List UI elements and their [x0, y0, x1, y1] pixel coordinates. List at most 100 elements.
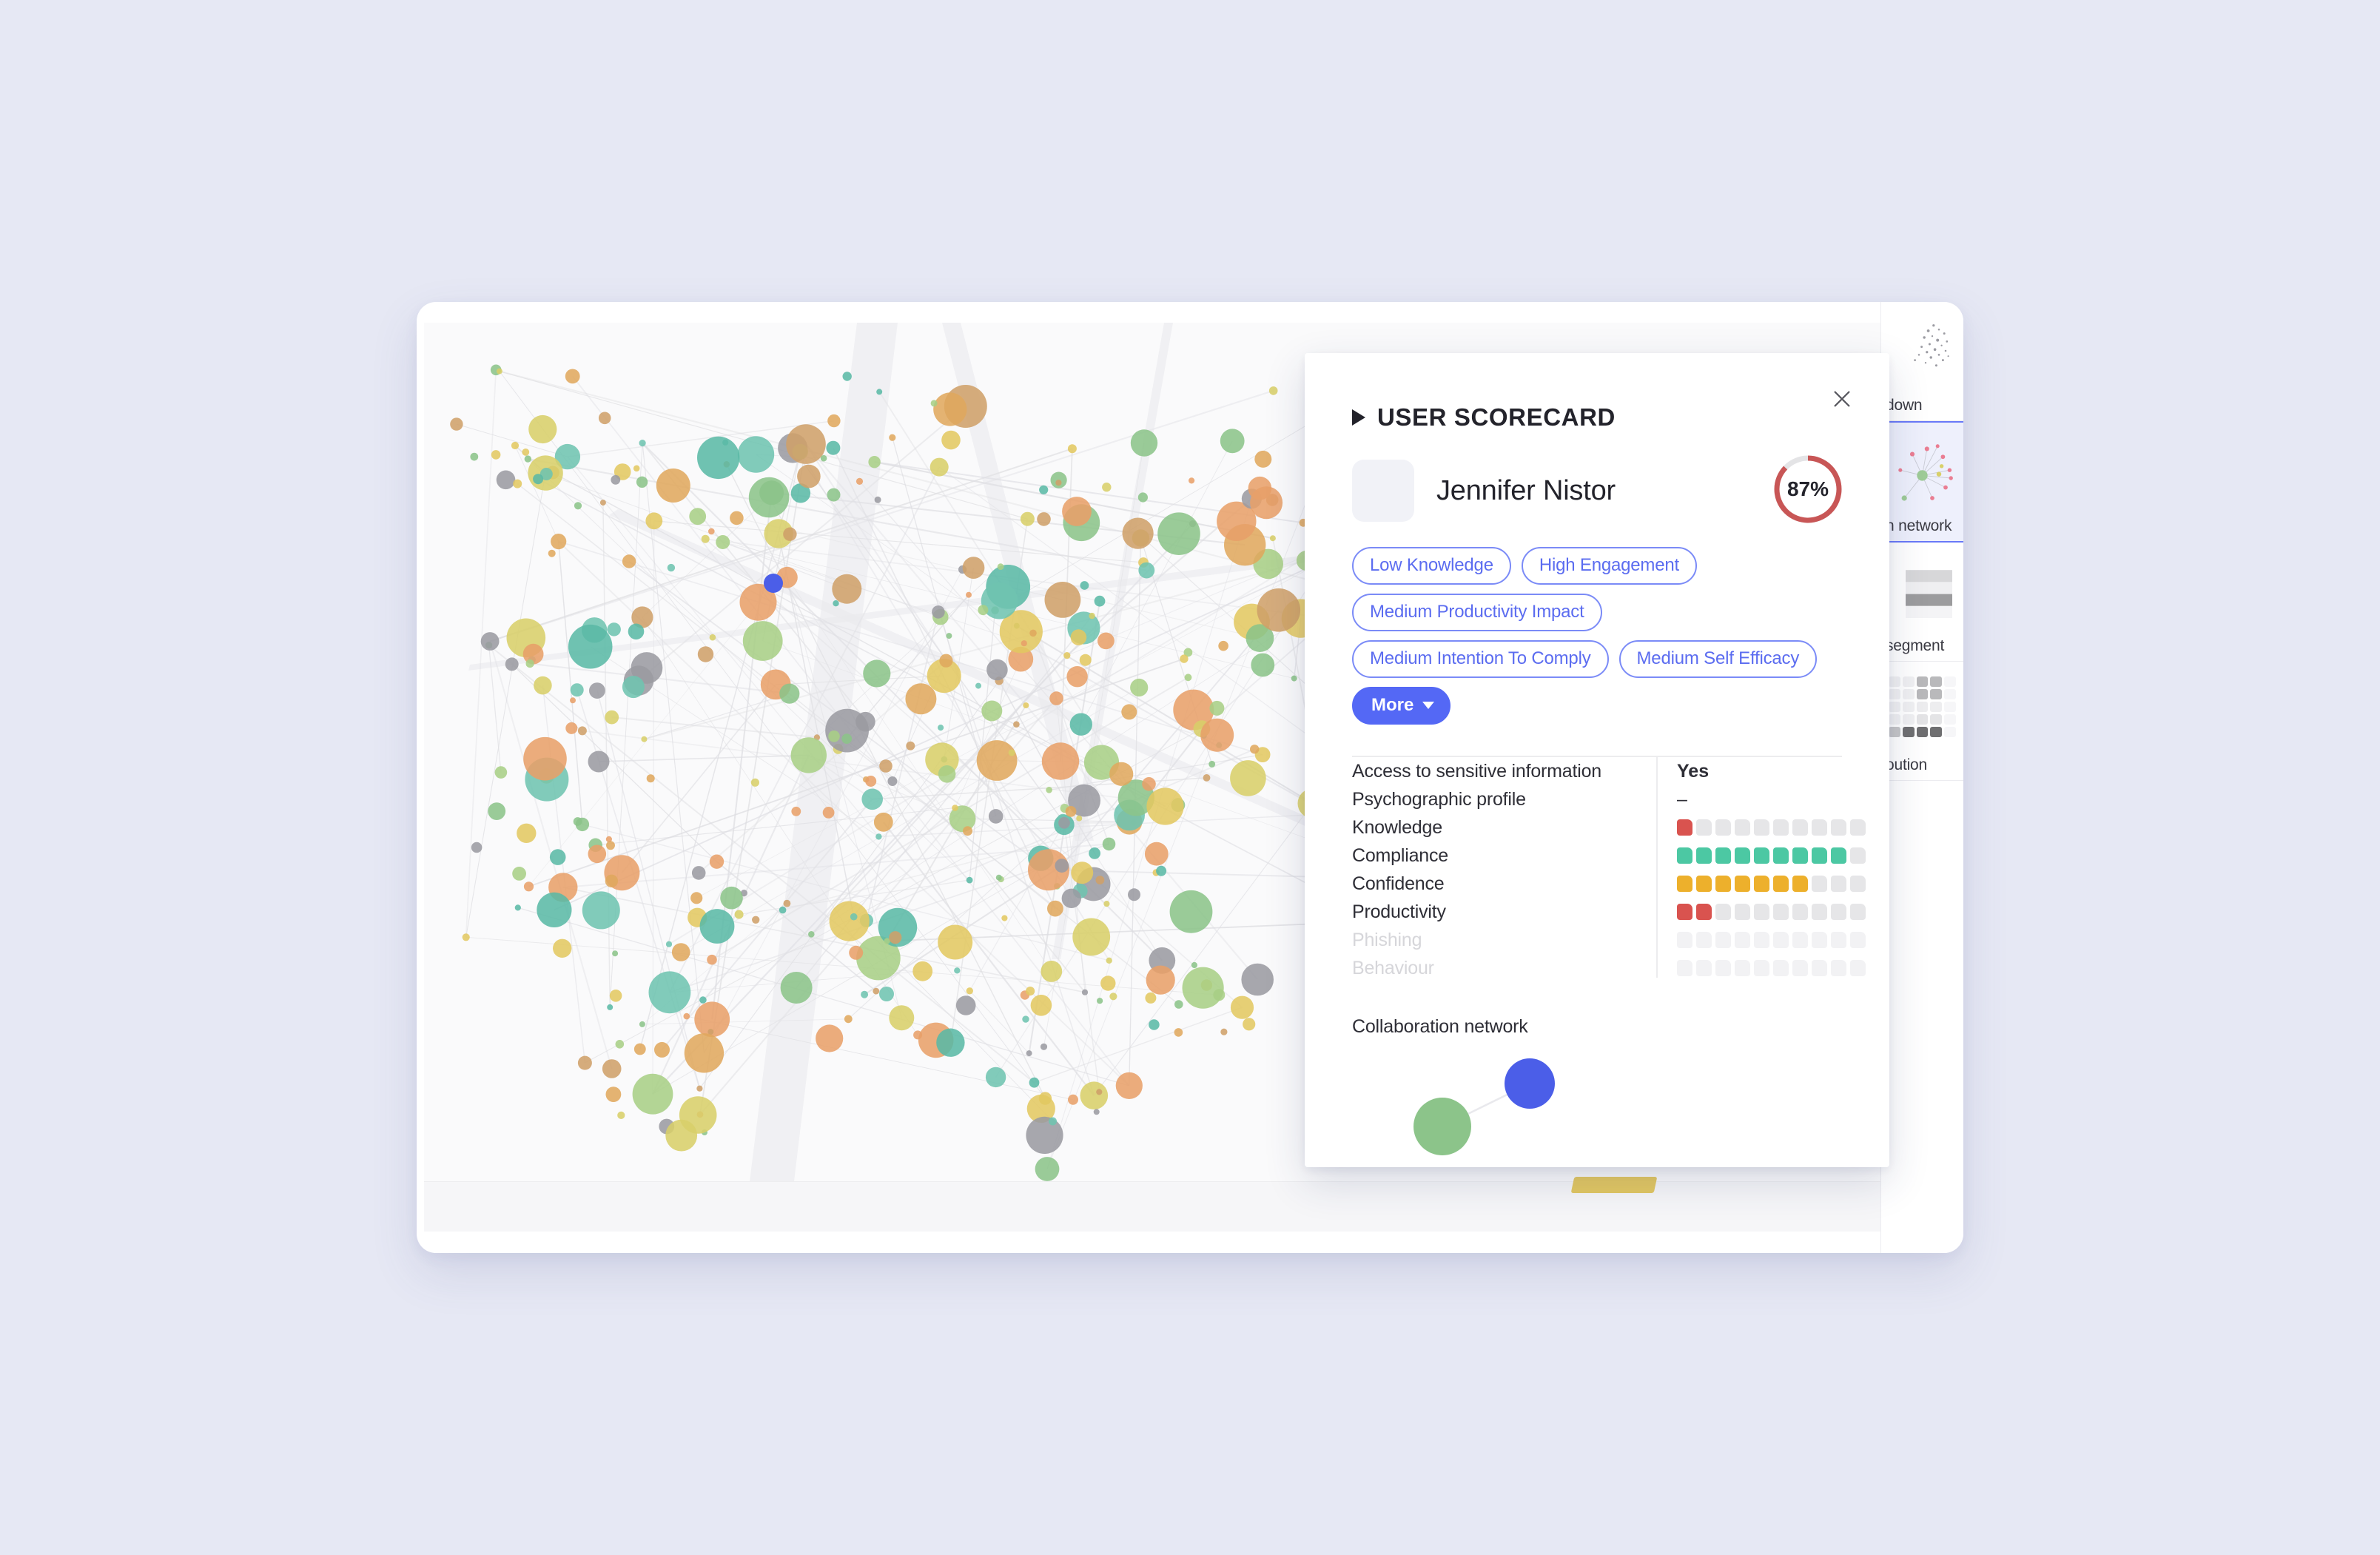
graph-node[interactable]	[565, 722, 578, 734]
graph-node[interactable]	[523, 736, 567, 781]
graph-node[interactable]	[1169, 890, 1213, 933]
graph-node[interactable]	[1220, 429, 1245, 454]
graph-node[interactable]	[1100, 975, 1116, 991]
attribute-tag[interactable]: Low Knowledge	[1352, 547, 1511, 585]
graph-node[interactable]	[905, 683, 937, 715]
graph-node[interactable]	[707, 954, 717, 965]
graph-node[interactable]	[938, 765, 956, 783]
graph-node[interactable]	[975, 682, 981, 689]
graph-node[interactable]	[534, 676, 552, 695]
graph-node[interactable]	[639, 440, 646, 447]
graph-node[interactable]	[828, 731, 840, 742]
graph-node[interactable]	[1080, 581, 1089, 590]
graph-node[interactable]	[875, 833, 882, 840]
graph-node[interactable]	[1130, 678, 1149, 697]
graph-node[interactable]	[588, 844, 607, 864]
graph-node[interactable]	[470, 452, 479, 461]
graph-node[interactable]	[611, 474, 621, 485]
graph-node[interactable]	[549, 849, 566, 865]
graph-node[interactable]	[829, 901, 870, 941]
graph-node[interactable]	[879, 987, 894, 1001]
graph-node[interactable]	[873, 812, 893, 832]
graph-node[interactable]	[548, 549, 556, 557]
graph-node[interactable]	[889, 1005, 915, 1031]
graph-node[interactable]	[1250, 745, 1260, 754]
graph-node[interactable]	[791, 806, 801, 816]
graph-node[interactable]	[1071, 862, 1094, 884]
graph-node[interactable]	[1037, 512, 1051, 526]
graph-node[interactable]	[1184, 674, 1192, 682]
close-icon[interactable]	[1827, 384, 1857, 414]
graph-node[interactable]	[639, 1021, 645, 1027]
graph-node[interactable]	[646, 774, 655, 783]
graph-node[interactable]	[697, 436, 740, 480]
graph-node[interactable]	[887, 776, 898, 786]
graph-node[interactable]	[524, 455, 531, 463]
graph-node[interactable]	[1269, 535, 1276, 542]
graph-node[interactable]	[988, 809, 1004, 824]
graph-node[interactable]	[570, 683, 584, 697]
sidebar-card-breakdown[interactable]: down	[1881, 302, 1963, 421]
graph-node[interactable]	[671, 943, 690, 961]
graph-node[interactable]	[1058, 816, 1070, 829]
graph-node[interactable]	[598, 412, 611, 425]
graph-node[interactable]	[513, 479, 522, 488]
graph-node[interactable]	[691, 866, 706, 880]
graph-node[interactable]	[1049, 691, 1063, 705]
graph-node[interactable]	[1128, 888, 1140, 901]
graph-node[interactable]	[1072, 918, 1111, 956]
graph-node[interactable]	[696, 1085, 703, 1092]
graph-node[interactable]	[1094, 595, 1106, 607]
graph-node[interactable]	[1008, 749, 1015, 756]
graph-node[interactable]	[873, 987, 880, 995]
graph-node[interactable]	[1130, 429, 1158, 457]
graph-node[interactable]	[855, 711, 875, 732]
graph-node[interactable]	[1096, 1089, 1103, 1095]
graph-node[interactable]	[1055, 480, 1062, 486]
graph-node[interactable]	[932, 605, 945, 619]
graph-node[interactable]	[827, 414, 841, 428]
graph-node[interactable]	[1022, 1015, 1029, 1023]
graph-node[interactable]	[933, 392, 967, 426]
graph-node[interactable]	[1079, 654, 1092, 666]
graph-node[interactable]	[699, 996, 707, 1004]
graph-node[interactable]	[628, 623, 645, 640]
graph-node[interactable]	[1102, 483, 1112, 492]
graph-node[interactable]	[997, 563, 1004, 571]
graph-node[interactable]	[589, 682, 605, 699]
graph-node[interactable]	[1029, 629, 1037, 637]
graph-node[interactable]	[1137, 492, 1148, 503]
graph-node[interactable]	[496, 368, 502, 375]
graph-node[interactable]	[607, 622, 621, 637]
graph-node[interactable]	[636, 476, 648, 488]
graph-node[interactable]	[1061, 888, 1081, 908]
graph-node[interactable]	[986, 659, 1008, 681]
graph-node[interactable]	[783, 527, 797, 541]
graph-node[interactable]	[494, 766, 508, 779]
graph-node[interactable]	[1106, 957, 1112, 964]
graph-node[interactable]	[633, 465, 640, 472]
graph-node[interactable]	[759, 480, 784, 506]
graph-node[interactable]	[1102, 837, 1116, 851]
graph-node[interactable]	[865, 776, 877, 787]
graph-node[interactable]	[656, 468, 690, 503]
graph-node[interactable]	[855, 477, 864, 485]
graph-node[interactable]	[844, 1015, 853, 1024]
graph-node[interactable]	[1189, 477, 1195, 484]
graph-node[interactable]	[553, 938, 572, 958]
graph-node[interactable]	[537, 892, 572, 927]
graph-node[interactable]	[684, 1033, 725, 1073]
graph-node[interactable]	[582, 891, 620, 930]
graph-node[interactable]	[849, 945, 864, 960]
graph-node[interactable]	[605, 1087, 622, 1102]
graph-node[interactable]	[1095, 876, 1105, 884]
graph-node[interactable]	[609, 990, 622, 1002]
graph-node[interactable]	[1209, 700, 1225, 716]
graph-node[interactable]	[1142, 777, 1156, 791]
graph-node[interactable]	[861, 990, 869, 998]
graph-node[interactable]	[1030, 995, 1052, 1016]
graph-node[interactable]	[946, 633, 952, 639]
graph-node[interactable]	[1257, 588, 1301, 632]
graph-node[interactable]	[938, 725, 944, 731]
graph-node[interactable]	[841, 733, 853, 744]
